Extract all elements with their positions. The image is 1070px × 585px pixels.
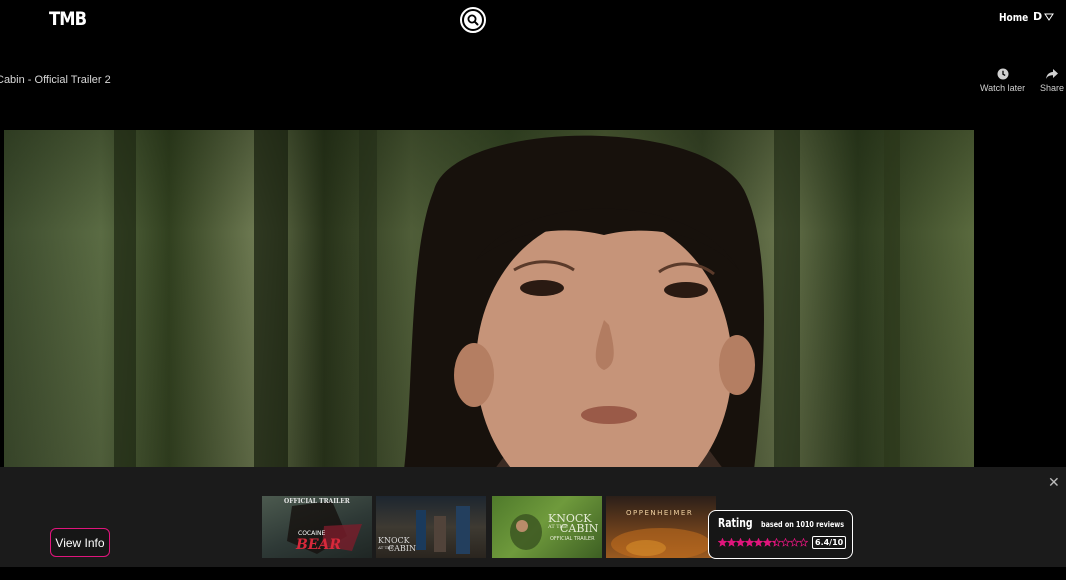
star-empty-icon — [781, 538, 790, 547]
thumbnail-title-line1: OPPENHEIMER — [626, 509, 694, 517]
video-page: TMB Home D Cabin - Official Trailer 2 Wa… — [0, 0, 1066, 580]
watch-later-button[interactable]: Watch later — [980, 68, 1025, 93]
search-icon — [464, 11, 482, 29]
watch-later-label: Watch later — [980, 83, 1026, 93]
star-filled-icon — [736, 538, 745, 547]
thumbnail-cocaine-bear[interactable]: OFFICIAL TRAILER COCAINE BEAR — [262, 496, 372, 558]
rating-review-count: based on 1010 reviews — [761, 520, 845, 529]
site-logo[interactable]: TMB — [49, 8, 87, 30]
nav-home-link[interactable]: Home — [999, 11, 1028, 24]
video-title: Cabin - Official Trailer 2 — [0, 74, 111, 86]
thumbnail-caption-top: OFFICIAL TRAILER — [284, 498, 350, 505]
thumbnail-title-line2: BEAR — [296, 537, 342, 553]
user-initial: D — [1033, 10, 1043, 23]
thumbnail-title-line4: OFFICIAL TRAILER — [550, 536, 595, 542]
share-arrow-icon — [1046, 69, 1059, 79]
star-empty-icon — [799, 538, 808, 547]
video-frame-image — [114, 130, 900, 470]
thumbnail-title-line3: CABIN — [560, 522, 599, 535]
close-icon[interactable]: ✕ — [1048, 474, 1060, 491]
thumbnail-knock-at-the-cabin-official-trailer[interactable]: KNOCK AT THE CABIN OFFICIAL TRAILER — [492, 496, 602, 558]
triangle-down-icon — [1044, 13, 1055, 21]
star-filled-icon — [754, 538, 763, 547]
thumbnail-oppenheimer[interactable]: OPPENHEIMER — [606, 496, 716, 558]
thumbnail-title-line1: COCAINE — [298, 530, 326, 537]
thumbnail-knock-at-the-cabin[interactable]: KNOCK AT THE CABIN — [376, 496, 486, 558]
star-filled-icon — [745, 538, 754, 547]
view-info-button[interactable]: View Info — [50, 528, 110, 557]
star-filled-icon — [727, 538, 736, 547]
star-half-icon — [772, 538, 781, 547]
clock-icon — [997, 68, 1009, 80]
star-filled-icon — [763, 538, 772, 547]
rating-score: 6.4/10 — [812, 536, 847, 549]
share-button[interactable]: Share — [1040, 68, 1064, 93]
star-rating — [718, 538, 808, 547]
rating-stars-row: 6.4/10 — [718, 536, 847, 549]
thumbnail-title-line3: CABIN — [388, 544, 416, 553]
video-player[interactable] — [4, 130, 974, 470]
user-menu[interactable]: D — [1033, 10, 1055, 23]
rating-header: Rating based on 1010 reviews — [718, 516, 845, 530]
rating-panel: Rating based on 1010 reviews 6.4/10 — [708, 510, 853, 559]
rating-label: Rating — [718, 516, 753, 530]
star-empty-icon — [790, 538, 799, 547]
search-button[interactable] — [460, 7, 486, 33]
star-filled-icon — [718, 538, 727, 547]
thumbnail-art — [611, 528, 711, 558]
share-label: Share — [1040, 83, 1065, 93]
